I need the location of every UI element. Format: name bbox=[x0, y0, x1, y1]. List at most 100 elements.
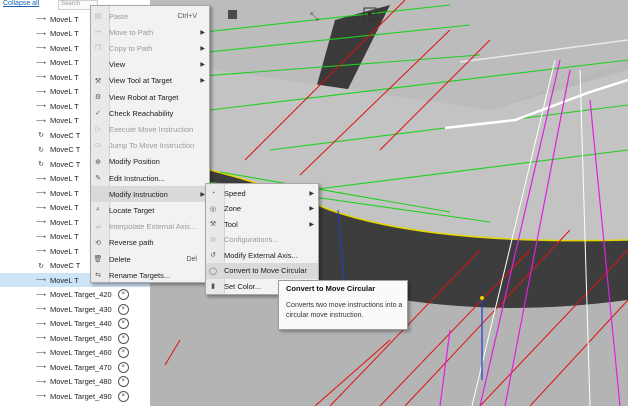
linear-move-icon: ⟶ bbox=[35, 16, 47, 23]
menu-item-view-robot-at-target[interactable]: ⚙ View Robot at Target bbox=[91, 89, 209, 105]
tree-item-label: MoveL Target_470 bbox=[50, 362, 112, 372]
chevron-right-icon: ▶ bbox=[309, 190, 314, 197]
chevron-right-icon: ▶ bbox=[200, 45, 205, 52]
menu-item-rename-targets[interactable]: ⇆ Rename Targets... bbox=[91, 267, 209, 283]
linear-move-icon: ⟶ bbox=[35, 30, 47, 38]
paste-icon: ▤ bbox=[94, 13, 102, 20]
rename-targets-icon: ⇆ bbox=[95, 272, 101, 280]
tree-item-label: MoveC T bbox=[50, 159, 81, 169]
linear-move-icon: ⟶ bbox=[35, 117, 47, 125]
remove-icon[interactable]: × bbox=[117, 390, 129, 402]
copy-to-path-icon: ❐ bbox=[94, 45, 102, 53]
tree-item[interactable]: ⟶ MoveL Target_420 × bbox=[0, 288, 150, 302]
speed-icon: ◔ bbox=[210, 189, 216, 197]
chevron-right-icon: ▶ bbox=[200, 29, 205, 36]
menu-item-label: Rename Targets... bbox=[109, 270, 171, 280]
shortcut-label: Ctrl+V bbox=[177, 12, 197, 20]
tree-item[interactable]: ⟶ MoveL Target_480 × bbox=[0, 375, 150, 389]
menu-item-modify-position[interactable]: ⊕ Modify Position bbox=[91, 154, 209, 170]
reverse-path-icon: ⟲ bbox=[95, 239, 101, 247]
check-reachability-icon: ✓ bbox=[95, 110, 101, 118]
tree-item-label: MoveL T bbox=[50, 217, 79, 227]
menu-item-modify-external-axis[interactable]: ↺ Modify External Axis... bbox=[206, 247, 318, 263]
menu-item-move-to-path[interactable]: ↦ Move to Path ▶ bbox=[91, 24, 209, 40]
tree-item-label: MoveC T bbox=[50, 261, 81, 270]
circular-icon: ◯ bbox=[209, 267, 217, 275]
tree-item-label: MoveL T bbox=[50, 14, 79, 24]
tree-item[interactable]: ⟶ MoveL Target_460 × bbox=[0, 346, 150, 360]
tool-icon: ⚒ bbox=[209, 221, 217, 228]
edit-instruction-icon: ✎ bbox=[95, 175, 101, 182]
tree-item-label: MoveC T bbox=[50, 145, 81, 154]
remove-icon[interactable]: × bbox=[117, 289, 129, 300]
tree-item[interactable]: ⟶ MoveL Target_470 × bbox=[0, 360, 150, 374]
remove-icon[interactable]: × bbox=[117, 303, 129, 315]
menu-item-label: Modify Instruction bbox=[109, 189, 168, 199]
linear-move-icon: ⟶ bbox=[35, 364, 47, 371]
modify-position-icon: ⊕ bbox=[95, 158, 101, 166]
tree-item-label: MoveL T bbox=[50, 116, 79, 125]
tooltip: Convert to Move Circular Converts two mo… bbox=[278, 280, 408, 330]
tree-item[interactable]: ⟶ MoveL Target_430 × bbox=[0, 302, 150, 316]
menu-item-jump-to-move-instruction[interactable]: ⤼ Jump To Move Instruction bbox=[91, 138, 209, 154]
tooltip-title: Convert to Move Circular bbox=[286, 284, 376, 293]
menu-item-zone[interactable]: ◎ Zone ▶ bbox=[206, 201, 318, 217]
menu-item-convert-to-move-circular[interactable]: ◯ Convert to Move Circular bbox=[206, 262, 318, 279]
move-to-path-icon: ↦ bbox=[95, 29, 101, 37]
linear-move-icon: ⟶ bbox=[35, 291, 47, 299]
menu-item-label: Modify Position bbox=[109, 157, 160, 167]
menu-item-speed[interactable]: ◔ Speed ▶ bbox=[206, 185, 318, 201]
tree-item-label: MoveL T bbox=[50, 87, 79, 96]
menu-item-interpolate-external-axis[interactable]: ⇌ Interpolate External Axis... bbox=[91, 219, 209, 235]
menu-item-edit-instruction[interactable]: ✎ Edit Instruction... bbox=[91, 170, 209, 186]
modify-instruction-submenu: ◔ Speed ▶ ◎ Zone ▶ ⚒ Tool ▶ ⚙ Configurations... ↺ Mo… bbox=[205, 183, 319, 295]
menu-item-tool[interactable]: ⚒ Tool ▶ bbox=[206, 216, 318, 232]
circular-move-icon: ↻ bbox=[38, 146, 44, 154]
linear-move-icon: ⟶ bbox=[35, 320, 47, 328]
menu-item-check-reachability[interactable]: ✓ Check Reachability bbox=[91, 105, 209, 121]
tree-item-label: MoveC T bbox=[50, 130, 81, 140]
tree-item-label: MoveL Target_480 bbox=[50, 377, 112, 386]
tree-item-label: MoveL T bbox=[50, 246, 79, 256]
menu-item-label: Copy to Path bbox=[109, 43, 153, 53]
tooltip-description: Converts two move instructions into a ci… bbox=[286, 302, 403, 319]
linear-move-icon: ⟶ bbox=[35, 59, 47, 67]
tree-item[interactable]: ⟶ MoveL Target_490 × bbox=[0, 389, 150, 403]
collapse-all-link[interactable]: Collapse all bbox=[3, 0, 39, 10]
menu-item-configurations[interactable]: ⚙ Configurations... bbox=[206, 232, 318, 248]
menu-item-label: Jump To Move Instruction bbox=[109, 141, 195, 151]
remove-icon[interactable]: × bbox=[117, 361, 129, 373]
menu-item-label: Tool bbox=[224, 219, 238, 229]
menu-item-paste[interactable]: ▤ Paste Ctrl+V bbox=[91, 8, 209, 24]
linear-move-icon: ⟶ bbox=[35, 277, 47, 284]
menu-item-label: Execute Move Instruction bbox=[109, 124, 194, 134]
menu-item-view-tool-at-target[interactable]: ⚒ View Tool at Target ▶ bbox=[91, 73, 209, 89]
menu-item-view[interactable]: View ▶ bbox=[91, 57, 209, 73]
delete-icon: 🗑 bbox=[93, 256, 103, 263]
menu-item-execute-move-instruction[interactable]: ▷ Execute Move Instruction bbox=[91, 121, 209, 137]
tree-item-label: MoveL T bbox=[50, 232, 79, 241]
jump-icon: ⤼ bbox=[94, 141, 102, 149]
interpolate-icon: ⇌ bbox=[95, 223, 101, 231]
tree-item-label: MoveL T bbox=[50, 72, 79, 82]
menu-item-copy-to-path[interactable]: ❐ Copy to Path ▶ bbox=[91, 40, 209, 56]
menu-item-reverse-path[interactable]: ⟲ Reverse path bbox=[91, 235, 209, 251]
tree-item-label: MoveL Target_450 bbox=[50, 333, 112, 343]
tree-item[interactable]: ⟶ MoveL Target_450 × bbox=[0, 331, 150, 345]
menu-item-label: Edit Instruction... bbox=[109, 173, 165, 183]
remove-icon[interactable]: × bbox=[117, 347, 129, 358]
circular-move-icon: ↻ bbox=[38, 161, 44, 168]
menu-item-modify-instruction[interactable]: Modify Instruction ▶ bbox=[91, 186, 209, 203]
svg-text:⤡: ⤡ bbox=[310, 10, 319, 23]
menu-item-label: Convert to Move Circular bbox=[224, 266, 307, 275]
menu-item-locate-target[interactable]: ⌕ Locate Target bbox=[91, 202, 209, 218]
remove-icon[interactable]: × bbox=[117, 332, 129, 344]
tree-item-label: MoveL T bbox=[50, 275, 79, 285]
linear-move-icon: ⟶ bbox=[35, 204, 47, 212]
menu-item-delete[interactable]: 🗑 Delete Del bbox=[91, 251, 209, 267]
menu-item-label: Modify External Axis... bbox=[224, 250, 298, 260]
tree-item[interactable]: ⟶ MoveL Target_440 × bbox=[0, 317, 150, 331]
linear-move-icon: ⟶ bbox=[35, 335, 47, 342]
remove-icon[interactable]: × bbox=[117, 376, 129, 387]
remove-icon[interactable]: × bbox=[117, 318, 129, 329]
